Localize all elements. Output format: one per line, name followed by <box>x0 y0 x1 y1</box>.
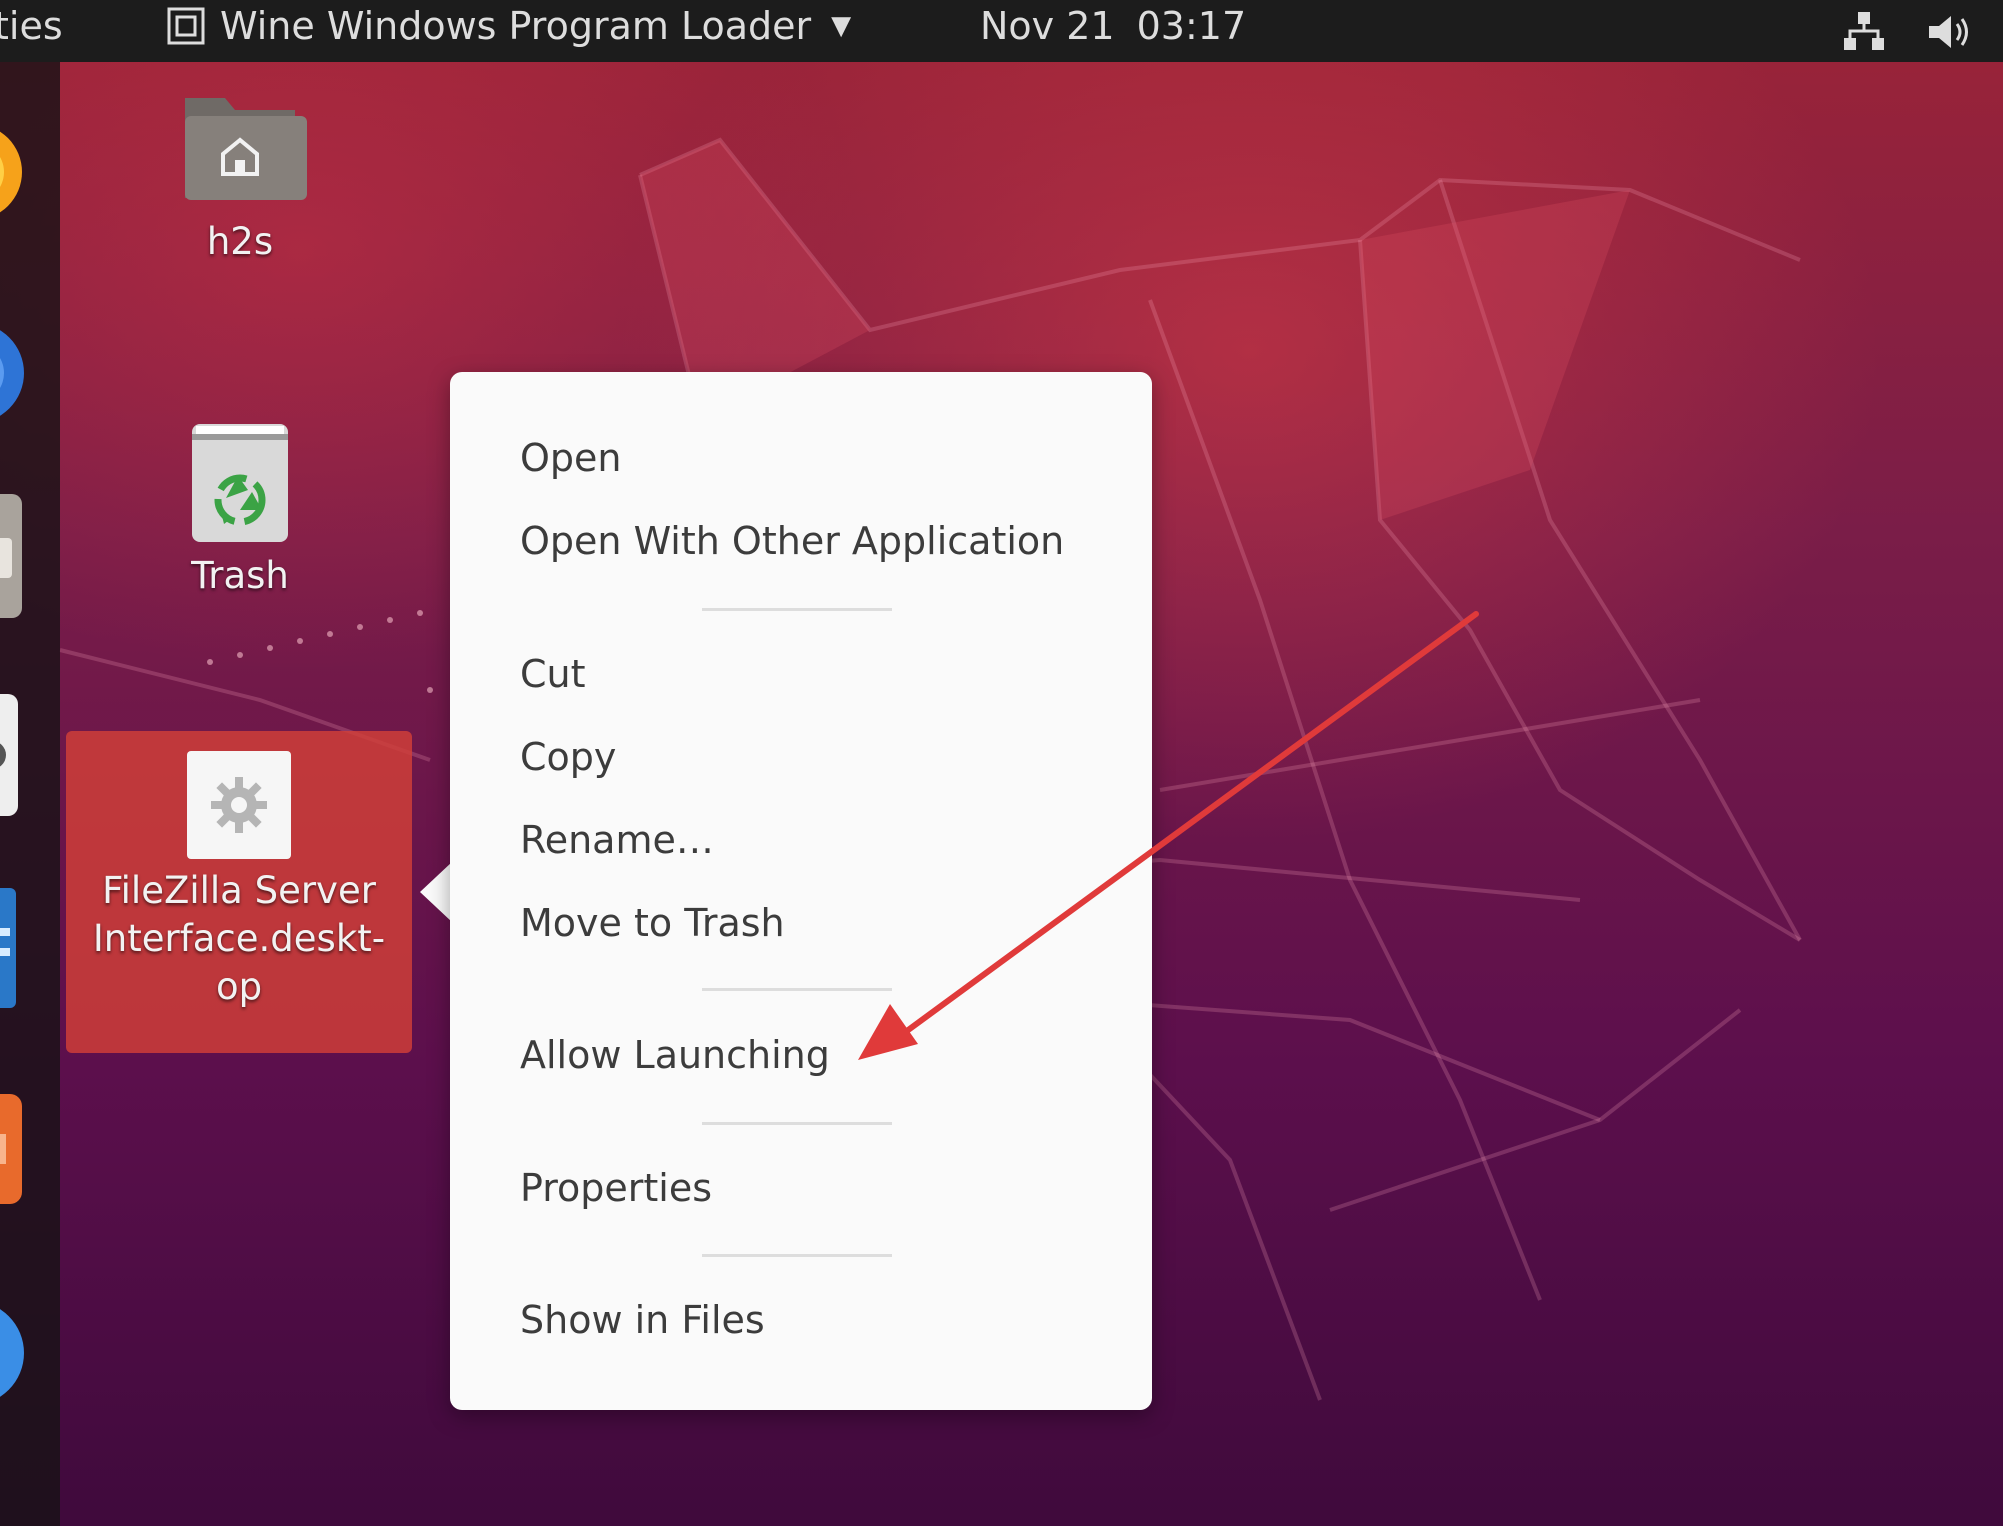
menu-item-open-with-other-application[interactable]: Open With Other Application <box>520 519 1064 563</box>
desktop-icon-label-line: Interface.deskt- <box>92 917 386 960</box>
network-icon[interactable] <box>1840 8 1888 54</box>
volume-icon[interactable] <box>1925 10 1973 54</box>
desktop-file-thumbnail <box>187 751 291 859</box>
desktop-icon-filezilla-selected[interactable]: FileZilla Server Interface.deskt- op <box>66 731 412 1053</box>
desktop-icon-label-line: op <box>215 965 263 1008</box>
desktop-icon-label: h2s <box>206 220 274 263</box>
top-bar: ties Wine Windows Program Loader ▼ Nov 2… <box>0 0 2003 62</box>
menu-separator <box>702 1122 892 1125</box>
menu-item-copy[interactable]: Copy <box>520 735 616 779</box>
menu-item-cut[interactable]: Cut <box>520 652 586 696</box>
app-menu-label: Wine Windows Program Loader <box>220 4 812 48</box>
rhythmbox-icon[interactable] <box>0 694 20 816</box>
menu-separator <box>702 1254 892 1257</box>
chevron-down-icon: ▼ <box>831 11 852 41</box>
software-center-icon[interactable] <box>0 1094 24 1204</box>
menu-item-move-to-trash[interactable]: Move to Trash <box>520 901 785 945</box>
gear-icon <box>211 777 267 833</box>
clock-time: 03:17 <box>1136 4 1247 48</box>
menu-item-allow-launching[interactable]: Allow Launching <box>520 1033 830 1077</box>
app-menu[interactable]: Wine Windows Program Loader ▼ <box>166 4 851 48</box>
desktop-icon-label: FileZilla Server Interface.deskt- op <box>66 867 412 1011</box>
desktop-icon-label-line: FileZilla Server <box>102 869 376 912</box>
context-menu: Open Open With Other Application Cut Cop… <box>450 372 1152 1410</box>
menu-item-open[interactable]: Open <box>520 436 622 480</box>
menu-separator <box>702 608 892 611</box>
thunderbird-icon[interactable] <box>0 318 24 428</box>
desktop-icon-label: Trash <box>191 554 289 597</box>
libreoffice-writer-icon[interactable] <box>0 888 20 1008</box>
desktop-icon-trash[interactable]: Trash <box>160 420 320 600</box>
activities-button[interactable]: ties <box>0 4 63 48</box>
files-icon[interactable] <box>0 494 24 618</box>
desktop-icon-home[interactable]: h2s <box>160 88 320 266</box>
menu-item-rename[interactable]: Rename… <box>520 818 714 862</box>
home-folder-icon <box>185 98 307 200</box>
dock <box>0 62 60 1526</box>
help-icon[interactable] <box>0 1292 24 1414</box>
menu-item-show-in-files[interactable]: Show in Files <box>520 1298 765 1342</box>
menu-item-properties[interactable]: Properties <box>520 1166 712 1210</box>
clock[interactable]: Nov 21 03:17 <box>980 4 1246 48</box>
clock-date: Nov 21 <box>980 4 1115 48</box>
firefox-icon[interactable] <box>0 120 24 224</box>
context-menu-pointer <box>420 862 452 922</box>
trash-icon <box>192 424 288 542</box>
menu-separator <box>702 988 892 991</box>
wine-app-icon <box>167 7 205 45</box>
